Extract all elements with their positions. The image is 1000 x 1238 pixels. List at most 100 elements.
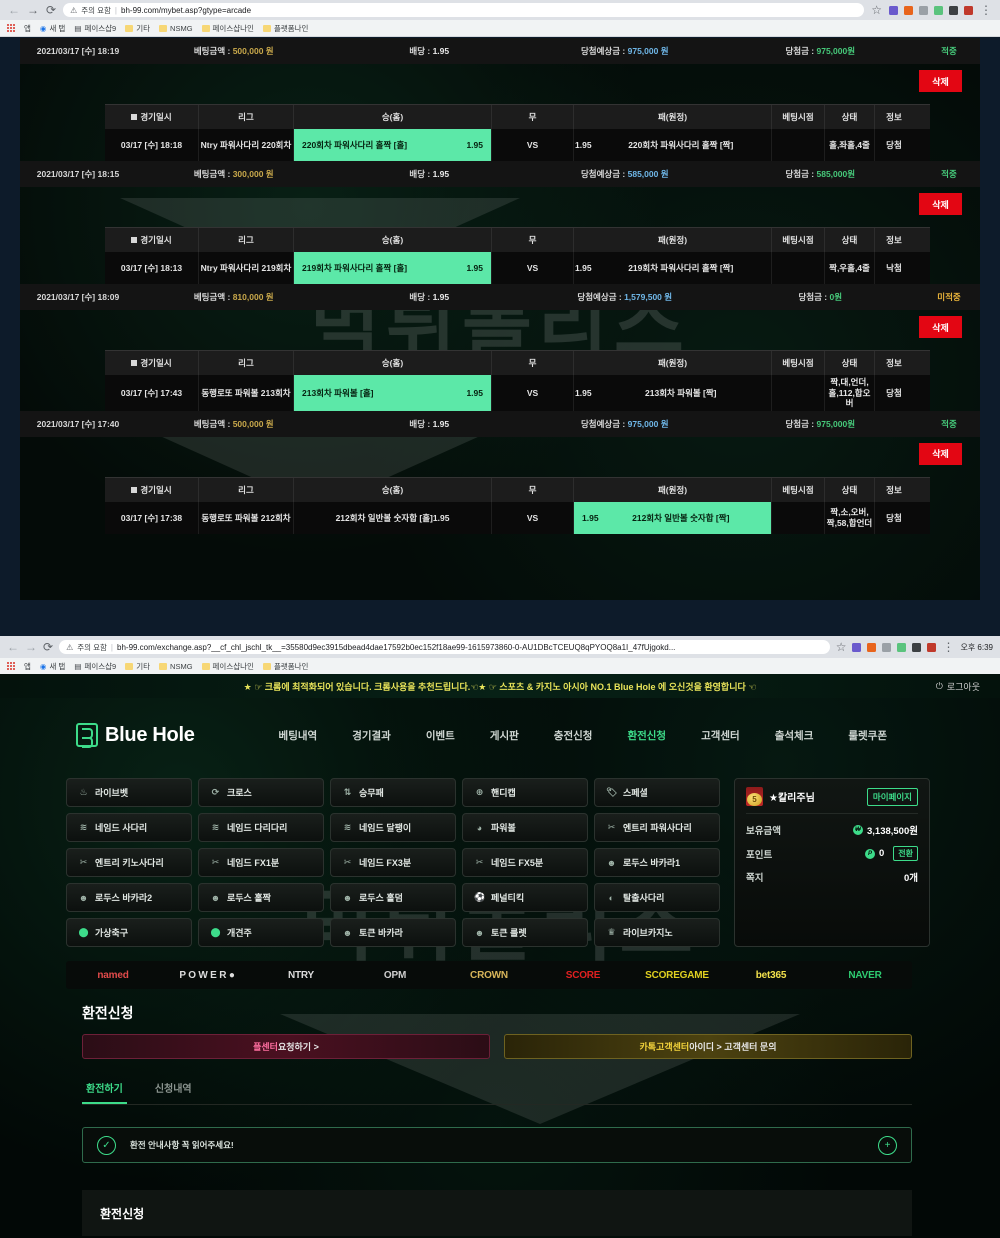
forward-icon[interactable]: →	[27, 4, 39, 16]
category-button-2[interactable]: ⇅ 승무패	[330, 778, 456, 807]
away-option[interactable]: 1.95 219회차 파워사다리 홀짝 [짝]	[574, 252, 772, 284]
category-button-15[interactable]: ☻ 로두스 바카라2	[66, 883, 192, 912]
extension-icon-3[interactable]	[882, 642, 892, 652]
puzzle-extension-icon[interactable]	[949, 5, 958, 15]
partner-logo-3[interactable]: OPM	[348, 970, 442, 981]
category-button-8[interactable]: ◕ 파워볼	[462, 813, 588, 842]
category-button-20[interactable]: ⬤ 가상축구	[66, 918, 192, 947]
bookmark-newtab[interactable]: ◉ 새 탭	[40, 661, 65, 672]
partner-logo-7[interactable]: bet365	[724, 970, 818, 981]
home-option[interactable]: 212회차 일반볼 숫자합 [홀] 1.95	[294, 501, 492, 534]
category-button-1[interactable]: ⟳ 크로스	[198, 778, 324, 807]
guide-notice-box[interactable]: ✓ 환전 안내사항 꼭 읽어주세요! +	[82, 1127, 912, 1163]
category-button-13[interactable]: ✂ 네임드 FX5분	[462, 848, 588, 877]
delete-button[interactable]: 삭제	[919, 442, 962, 465]
bookmark-etc[interactable]: 기타	[125, 23, 150, 34]
bookmark-star-icon[interactable]: ☆	[836, 641, 847, 653]
extension-icon-2[interactable]	[904, 5, 913, 15]
partner-logo-8[interactable]: NAVER	[818, 970, 912, 981]
category-button-17[interactable]: ☻ 로두스 홀덤	[330, 883, 456, 912]
bookmark-star-icon[interactable]: ☆	[871, 4, 882, 16]
partner-logo-5[interactable]: SCORE	[536, 970, 630, 981]
address-bar[interactable]: ⚠ 주의 요함 | bh-99.com/mybet.asp?gtype=arca…	[63, 3, 865, 17]
extension-icon-2[interactable]	[867, 642, 877, 652]
nav-item-1[interactable]: 경기결과	[352, 728, 391, 743]
home-option[interactable]: 219회차 파워사다리 홀짝 [홀] 1.95	[294, 252, 492, 284]
select-all-checkbox[interactable]	[131, 360, 138, 366]
bookmark-nsmg[interactable]: NSMG	[159, 662, 193, 671]
nav-item-3[interactable]: 게시판	[490, 728, 519, 743]
category-button-22[interactable]: ☻ 토큰 바카라	[330, 918, 456, 947]
apps-grid-icon[interactable]	[7, 662, 15, 670]
category-button-9[interactable]: ✂ 엔트리 파워사다리	[594, 813, 720, 842]
category-button-24[interactable]: ♛ 라이브카지노	[594, 918, 720, 947]
nav-item-6[interactable]: 고객센터	[701, 728, 740, 743]
category-button-10[interactable]: ✂ 엔트리 키노사다리	[66, 848, 192, 877]
puzzle-extension-icon[interactable]	[912, 642, 922, 652]
back-icon[interactable]: ←	[8, 4, 20, 16]
nav-item-0[interactable]: 베팅내역	[279, 728, 318, 743]
category-button-21[interactable]: ⬤ 개견주	[198, 918, 324, 947]
delete-button[interactable]: 삭제	[919, 193, 962, 215]
bookmark-etc[interactable]: 기타	[125, 661, 150, 672]
delete-button[interactable]: 삭제	[919, 316, 962, 338]
partner-logo-2[interactable]: NTRY	[254, 970, 348, 981]
extension-icon-4[interactable]	[897, 642, 907, 652]
kakao-center-button[interactable]: 카톡고객센터 아이디 > 고객센터 문의	[504, 1034, 912, 1059]
nav-item-4[interactable]: 충전신청	[554, 728, 593, 743]
partner-logo-6[interactable]: SCOREGAME	[630, 970, 724, 981]
category-button-11[interactable]: ✂ 네임드 FX1분	[198, 848, 324, 877]
logout-button[interactable]: ⏻ 로그아웃	[936, 674, 980, 698]
extension-icon-5[interactable]	[964, 5, 973, 15]
bookmark-platformnine[interactable]: 플랫폼나인	[262, 23, 308, 34]
select-all-checkbox[interactable]	[131, 486, 138, 493]
category-button-12[interactable]: ✂ 네임드 FX3분	[330, 848, 456, 877]
delete-button[interactable]: 삭제	[919, 70, 962, 92]
bookmark-faceshop9[interactable]: ▤ 페이스샵9	[74, 661, 116, 672]
partner-logo-4[interactable]: CROWN	[442, 970, 536, 981]
apps-grid-icon[interactable]	[7, 24, 15, 32]
bookmark-apps[interactable]: 앱	[24, 661, 31, 672]
extension-icon-3[interactable]	[919, 5, 928, 15]
bookmark-nsmg[interactable]: NSMG	[159, 24, 193, 33]
category-button-23[interactable]: ☻ 토큰 룰렛	[462, 918, 588, 947]
convert-button[interactable]: 전환	[893, 846, 918, 861]
nav-item-8[interactable]: 룰렛쿠폰	[848, 728, 887, 743]
home-option[interactable]: 220회차 파워사다리 홀짝 [홀] 1.95	[294, 129, 492, 161]
reload-icon[interactable]: ⟳	[43, 641, 53, 653]
telegram-center-button[interactable]: 플센터 요청하기 >	[82, 1034, 490, 1059]
extension-icon-5[interactable]	[927, 642, 937, 652]
category-button-18[interactable]: ⚽ 페널티킥	[462, 883, 588, 912]
nav-item-7[interactable]: 출석체크	[775, 728, 814, 743]
mypage-button[interactable]: 마이페이지	[866, 787, 918, 806]
extension-icon-1[interactable]	[889, 5, 898, 15]
category-button-4[interactable]: 🏷 스페셜	[594, 778, 720, 807]
select-all-checkbox[interactable]	[131, 114, 138, 120]
category-button-3[interactable]: ⊕ 핸디캡	[462, 778, 588, 807]
tab-0[interactable]: 환전하기	[82, 1075, 127, 1104]
bookmark-faceshopnine[interactable]: 페이스샵나인	[201, 661, 254, 672]
extension-icon-4[interactable]	[934, 5, 943, 15]
bookmark-faceshopnine[interactable]: 페이스샵나인	[201, 23, 254, 34]
forward-icon[interactable]: →	[25, 641, 37, 653]
back-icon[interactable]: ←	[7, 641, 19, 653]
nav-item-2[interactable]: 이벤트	[426, 728, 455, 743]
partner-logo-0[interactable]: named	[66, 970, 160, 981]
home-option[interactable]: 213회차 파워볼 [홀] 1.95	[294, 375, 492, 411]
away-option[interactable]: 1.95 212회차 일반볼 숫자합 [짝]	[574, 501, 772, 534]
expand-plus-icon[interactable]: +	[878, 1135, 897, 1155]
bookmark-newtab[interactable]: ◉ 새 탭	[40, 23, 65, 34]
bookmark-platformnine[interactable]: 플랫폼나인	[262, 661, 308, 672]
bookmark-faceshop9[interactable]: ▤ 페이스샵9	[74, 23, 116, 34]
category-button-5[interactable]: ≋ 네임드 사다리	[66, 813, 192, 842]
category-button-0[interactable]: ♨ 라이브벳	[66, 778, 192, 807]
away-option[interactable]: 1.95 213회차 파워볼 [짝]	[574, 375, 772, 411]
chrome-menu-icon[interactable]: ⋮	[942, 641, 954, 653]
nav-item-5[interactable]: 환전신청	[627, 728, 666, 743]
category-button-14[interactable]: ☻ 로두스 바카라1	[594, 848, 720, 877]
category-button-6[interactable]: ≋ 네임드 다리다리	[198, 813, 324, 842]
site-logo[interactable]: Blue Hole	[76, 723, 195, 748]
category-button-19[interactable]: ◐ 탈출사다리	[594, 883, 720, 912]
address-bar[interactable]: ⚠ 주의 요함 | bh-99.com/exchange.asp?__cf_ch…	[59, 640, 830, 654]
extension-icon-1[interactable]	[852, 642, 862, 652]
